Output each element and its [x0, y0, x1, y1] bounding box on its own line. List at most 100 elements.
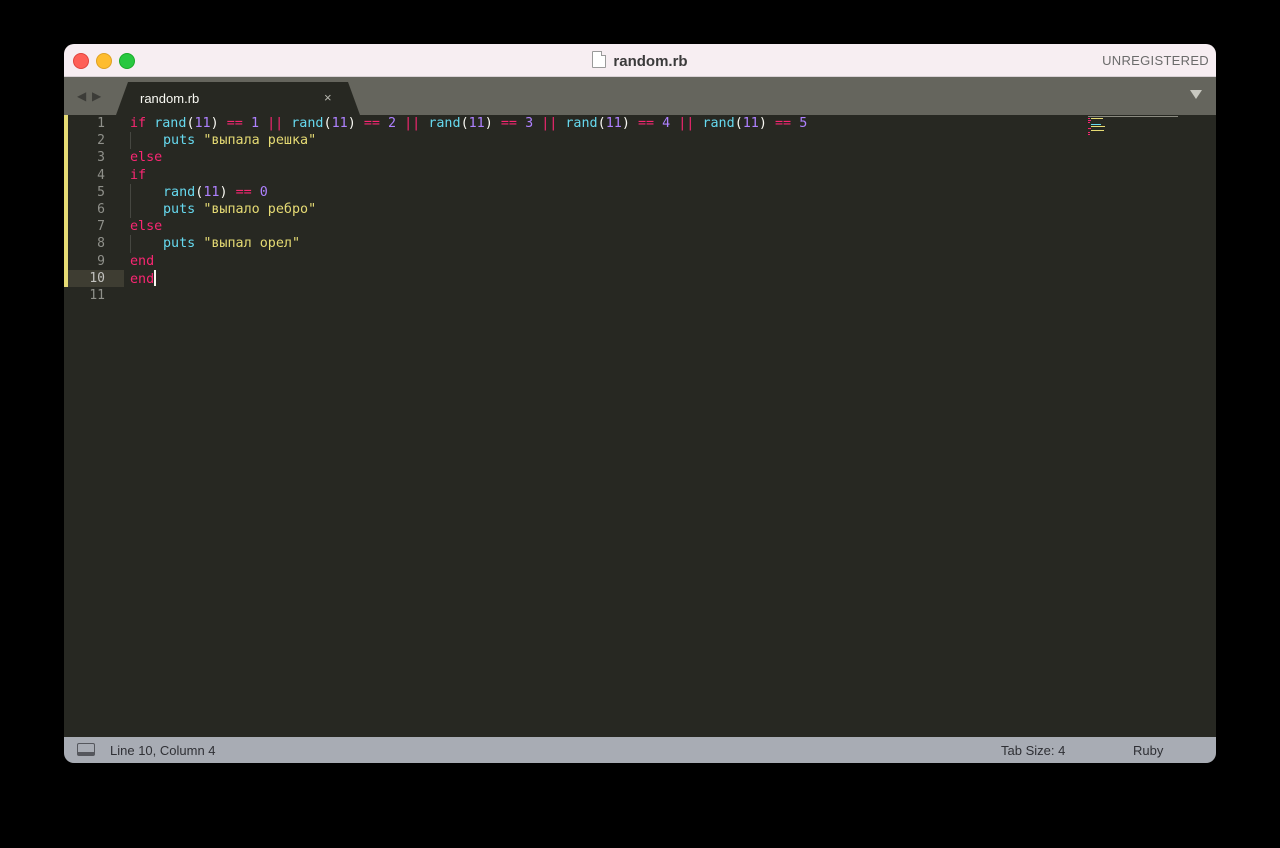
token-number: 11: [203, 184, 220, 200]
token-keyword: d: [146, 271, 155, 287]
token-keyword: else: [130, 219, 163, 235]
token-string: "выпало ребро": [203, 201, 317, 217]
token-operator: ||: [541, 116, 558, 131]
token-function: rand: [163, 184, 196, 200]
tab-random-rb[interactable]: random.rb ×: [116, 82, 360, 115]
token-operator: ==: [637, 116, 655, 131]
token-punct: (: [597, 116, 606, 131]
tab-label: random.rb: [140, 91, 200, 106]
code-line-5: rand(11) == 0: [130, 183, 807, 201]
code-line-6: puts "выпало ребро": [130, 200, 807, 219]
token-punct: ): [219, 184, 228, 200]
token-number: 1: [250, 116, 259, 131]
code-editor[interactable]: 1 2 3 4 5 6 7 8 9 10 11 if rand(11) == 1…: [64, 115, 1216, 737]
line-number: 2: [97, 133, 105, 149]
line-number: 4: [97, 167, 105, 183]
token-string: "выпала решка": [203, 133, 317, 149]
indent-guide: [130, 132, 131, 150]
code-line-2: puts "выпала решка": [130, 132, 807, 150]
tab-size-selector[interactable]: Tab Size: 4: [1001, 743, 1065, 758]
status-bar: Line 10, Column 4 Tab Size: 4 Ruby: [64, 737, 1216, 763]
token-function: puts: [163, 236, 196, 252]
token-number: 11: [605, 116, 622, 131]
editor-window: random.rb UNREGISTERED ◀ ▶ random.rb × 1…: [64, 44, 1216, 763]
token-function: rand: [291, 116, 324, 131]
line-number-gutter: 1 2 3 4 5 6 7 8 9 10 11: [68, 115, 124, 304]
token-operator: ==: [226, 116, 243, 131]
token-number: 11: [742, 116, 759, 131]
code-line-8: puts "выпал орел": [130, 235, 807, 253]
token-keyword: else: [130, 150, 163, 166]
token-operator: ==: [363, 116, 380, 131]
token-function: rand: [154, 116, 187, 131]
token-keyword: if: [130, 167, 147, 183]
syntax-selector[interactable]: Ruby: [1133, 743, 1163, 758]
code-line-3: else: [130, 149, 807, 166]
cursor-position: Line 10, Column 4: [110, 743, 216, 758]
code-line-4: if: [130, 167, 807, 184]
indent-guide: [130, 200, 131, 219]
token-punct: (: [460, 116, 469, 131]
window-title: random.rb: [64, 51, 1216, 70]
code-line-10: end: [130, 269, 807, 287]
token-operator: ==: [775, 116, 792, 131]
document-icon: [592, 51, 607, 68]
forward-arrow-icon[interactable]: ▶: [92, 89, 101, 103]
token-keyword: end: [130, 253, 155, 269]
unregistered-badge: UNREGISTERED: [1102, 53, 1209, 68]
line-number: 1: [97, 116, 105, 131]
text-cursor: [154, 269, 157, 286]
code-area[interactable]: if rand(11) == 1 || rand(11) == 2 || ran…: [130, 115, 807, 304]
panel-toggle-icon[interactable]: [77, 743, 95, 756]
token-operator: ==: [500, 116, 517, 131]
token-string: "выпал орел": [203, 236, 301, 252]
token-punct: (: [734, 116, 743, 131]
token-number: 4: [662, 116, 671, 131]
token-punct: ): [210, 116, 219, 131]
minimap[interactable]: [1088, 115, 1180, 139]
token-function: rand: [428, 116, 461, 131]
line-number: 3: [97, 150, 105, 166]
token-function: puts: [163, 133, 196, 149]
indent-guide: [130, 183, 131, 201]
line-number: 6: [97, 201, 105, 217]
line-number: 8: [97, 236, 105, 252]
line-number-active: 10: [68, 269, 124, 287]
token-operator: ||: [267, 116, 284, 131]
title-bar: random.rb UNREGISTERED: [64, 44, 1216, 77]
token-number: 11: [331, 116, 348, 131]
line-number: 5: [97, 184, 105, 200]
token-number: 5: [799, 116, 808, 131]
token-number: 11: [194, 116, 211, 131]
token-number: 11: [468, 116, 485, 131]
token-keyword: if: [130, 116, 147, 131]
token-function: rand: [565, 116, 598, 131]
code-line-1: if rand(11) == 1 || rand(11) == 2 || ran…: [130, 115, 807, 132]
token-punct: ): [621, 116, 630, 131]
indent-guide: [130, 235, 131, 253]
token-punct: (: [186, 116, 195, 131]
line-number: 11: [89, 287, 105, 303]
dropdown-arrow-icon[interactable]: [1190, 90, 1202, 99]
token-keyword: en: [130, 271, 147, 287]
token-function: rand: [702, 116, 735, 131]
token-operator: ==: [235, 184, 252, 200]
line-number: 7: [97, 219, 105, 235]
back-arrow-icon[interactable]: ◀: [77, 89, 86, 103]
code-line-9: end: [130, 253, 807, 270]
token-number: 3: [525, 116, 534, 131]
code-line-7: else: [130, 218, 807, 235]
close-icon[interactable]: ×: [324, 90, 332, 105]
token-number: 0: [259, 184, 268, 200]
token-operator: ||: [678, 116, 695, 131]
token-punct: ): [347, 116, 356, 131]
token-punct: ): [484, 116, 493, 131]
token-operator: ||: [404, 116, 421, 131]
line-number: 9: [97, 253, 105, 269]
token-number: 2: [388, 116, 397, 131]
token-punct: (: [323, 116, 332, 131]
tab-bar: ◀ ▶ random.rb ×: [64, 77, 1216, 115]
window-title-text: random.rb: [613, 53, 688, 70]
token-punct: ): [758, 116, 767, 131]
